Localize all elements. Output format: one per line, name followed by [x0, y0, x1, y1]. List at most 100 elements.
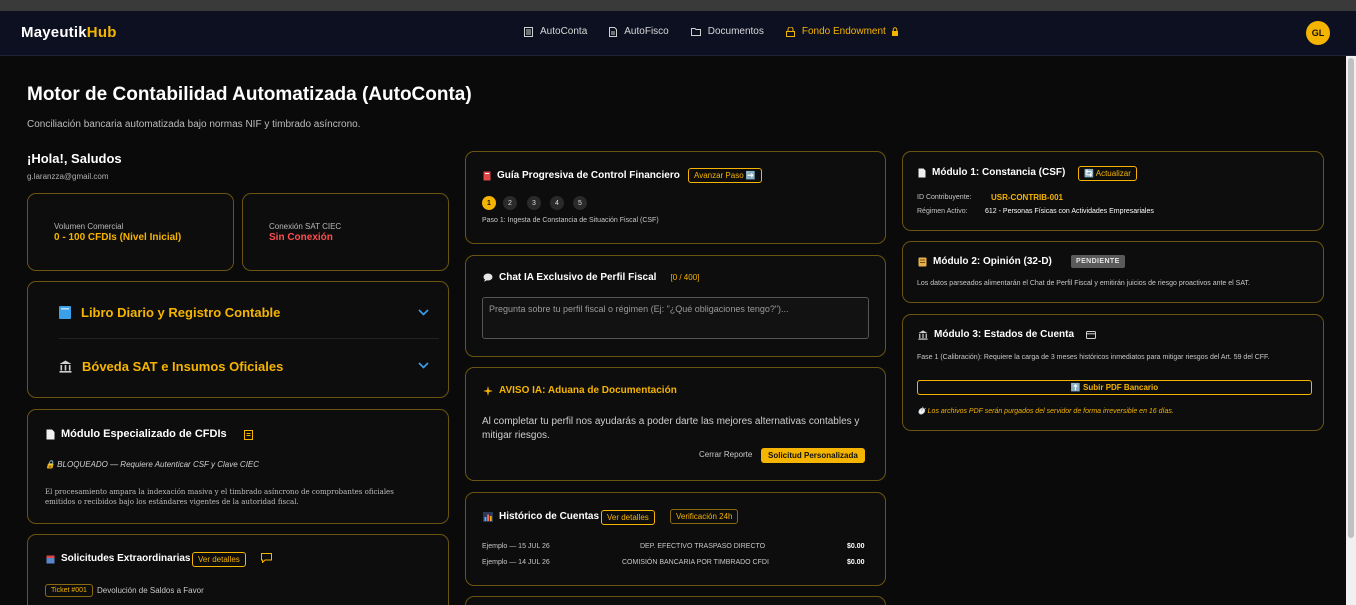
- brand-accent: Hub: [86, 24, 117, 41]
- bank-icon: [918, 329, 928, 340]
- nav-links: AutoConta AutoFisco Documentos Fondo End…: [524, 26, 921, 37]
- nav-link-label: Documentos: [707, 26, 764, 37]
- module-3-title: Módulo 3: Estados de Cuenta: [918, 329, 1102, 340]
- cfdi-module-title: Módulo Especializado de CFDIs: [46, 428, 259, 440]
- step-4[interactable]: 4: [550, 196, 564, 210]
- module-1-card: Módulo 1: Constancia (CSF) 🔄 Actualizar …: [902, 151, 1324, 231]
- top-navbar: MayeutikHub AutoConta AutoFisco Document…: [0, 11, 1356, 56]
- nav-link-autofisco[interactable]: AutoFisco: [609, 26, 669, 37]
- taxpayer-id-value: USR-CONTRIB-001: [991, 193, 1064, 202]
- user-greeting: ¡Hola!, Saludos: [27, 151, 122, 166]
- solicitudes-title-text: Solicitudes Extraordinarias: [61, 553, 191, 564]
- module-2-title: Módulo 2: Opinión (32-D): [918, 256, 1052, 267]
- document-icon: [46, 429, 55, 439]
- module-1-title-text: Módulo 1: Constancia (CSF): [932, 167, 1066, 178]
- step-description: Paso 1: Ingesta de Constancia de Situaci…: [482, 217, 659, 224]
- user-avatar[interactable]: GL: [1306, 21, 1330, 45]
- ticket-badge: Ticket #001: [45, 584, 93, 597]
- solicitudes-details-button[interactable]: Ver detalles: [192, 552, 246, 567]
- row-fecha: Ejemplo — 15 JUL 26: [482, 543, 550, 550]
- nav-link-label: Fondo Endowment: [801, 26, 886, 37]
- advance-step-button[interactable]: Avanzar Paso ➡️: [688, 168, 762, 183]
- row-concepto: DEP. EFECTIVO TRASPASO DIRECTO: [640, 543, 766, 550]
- aviso-card: AVISO IA: Aduana de Documentación Al com…: [465, 367, 886, 481]
- guia-title: Guía Progresiva de Control Financiero: [483, 170, 680, 181]
- regimen-label: Régimen Activo:: [917, 208, 968, 215]
- cfdi-locked-notice: 🔒 BLOQUEADO — Requiere Autenticar CSF y …: [45, 460, 260, 469]
- row-fecha: Ejemplo — 14 JUL 26: [482, 559, 550, 566]
- purge-notice: ⏱️ Los archivos PDF serán purgados del s…: [917, 408, 1174, 415]
- module-2-description: Los datos parseados alimentarán el Chat …: [917, 280, 1250, 287]
- historico-card: Histórico de Cuentas Ver detalles Verifi…: [465, 492, 886, 586]
- module-1-title: Módulo 1: Constancia (CSF): [918, 167, 1065, 178]
- verification-badge: Verificación 24h: [670, 509, 739, 524]
- update-button[interactable]: 🔄 Actualizar: [1078, 166, 1137, 181]
- chevron-down-icon[interactable]: [418, 309, 429, 316]
- cfdi-title-text: Módulo Especializado de CFDIs: [61, 428, 227, 440]
- nav-link-autoconta[interactable]: AutoConta: [524, 26, 587, 37]
- module-3-title-text: Módulo 3: Estados de Cuenta: [934, 329, 1075, 340]
- page-title: Motor de Contabilidad Automatizada (Auto…: [27, 84, 472, 105]
- volume-label: Volumen Comercial: [54, 222, 124, 231]
- step-1[interactable]: 1: [482, 196, 496, 210]
- historico-title-text: Histórico de Cuentas: [499, 511, 600, 522]
- guia-title-text: Guía Progresiva de Control Financiero: [497, 170, 680, 181]
- folder-icon: [690, 28, 701, 36]
- clipboard-icon: [243, 429, 253, 440]
- book-icon: [59, 306, 71, 319]
- module-2-title-text: Módulo 2: Opinión (32-D): [933, 256, 1052, 267]
- notebook-icon: [483, 171, 491, 180]
- sparkles-icon: [483, 385, 493, 396]
- accordion-title: Libro Diario y Registro Contable: [81, 305, 281, 320]
- close-report-link[interactable]: Cerrar Reporte: [699, 450, 752, 459]
- chevron-down-icon[interactable]: [418, 362, 429, 369]
- accordion-title: Bóveda SAT e Insumos Oficiales: [82, 358, 284, 374]
- nav-link-label: AutoFisco: [624, 26, 669, 37]
- browser-top-strip: [0, 0, 1356, 11]
- upload-pdf-button[interactable]: ⬆️ Subir PDF Bancario: [917, 380, 1312, 395]
- row-monto: $0.00: [847, 543, 865, 550]
- brand-logo[interactable]: MayeutikHub: [21, 24, 117, 41]
- row-monto: $0.00: [847, 559, 865, 566]
- bar-chart-icon: [483, 511, 493, 522]
- bank-icon: [59, 360, 72, 373]
- step-3[interactable]: 3: [527, 196, 541, 210]
- regimen-value: 612 - Personas Físicas con Actividades E…: [985, 208, 1154, 215]
- pending-badge: PENDIENTE: [1071, 255, 1125, 268]
- aviso-title-text: AVISO IA: Aduana de Documentación: [499, 385, 677, 396]
- cfdi-module-card: Módulo Especializado de CFDIs 🔒 BLOQUEAD…: [27, 409, 449, 524]
- credit-card-icon: [1086, 330, 1097, 339]
- personalized-request-button[interactable]: Solicitud Personalizada: [761, 448, 865, 463]
- lock-icon: [785, 26, 795, 37]
- speech-bubble-icon: [483, 273, 493, 282]
- accordion-boveda-sat[interactable]: Bóveda SAT e Insumos Oficiales: [59, 340, 439, 392]
- scrollbar-thumb[interactable]: [1348, 58, 1354, 538]
- chat-input[interactable]: Pregunta sobre tu perfil fiscal o régime…: [482, 297, 869, 339]
- nav-link-fondo-endowment[interactable]: Fondo Endowment: [785, 26, 899, 37]
- page-subtitle: Conciliación bancaria automatizada bajo …: [27, 119, 361, 130]
- chat-title: Chat IA Exclusivo de Perfil Fiscal [0 / …: [483, 272, 699, 283]
- nav-link-documentos[interactable]: Documentos: [690, 26, 764, 37]
- calendar-icon: [46, 555, 55, 563]
- ledger-icon: [524, 26, 533, 37]
- chat-bubble-icon[interactable]: [261, 553, 272, 563]
- taxpayer-id-label: ID Contribuyente:: [917, 194, 972, 201]
- sat-label: Conexión SAT CIEC: [269, 222, 342, 231]
- document-icon: [918, 168, 926, 177]
- document-icon: [609, 26, 618, 37]
- volume-value: 0 - 100 CFDIs (Nivel Inicial): [54, 232, 182, 243]
- chat-char-counter: [0 / 400]: [670, 273, 700, 282]
- cfdi-description: El procesamiento ampara la indexación ma…: [45, 488, 394, 506]
- step-2[interactable]: 2: [503, 196, 517, 210]
- historico-title: Histórico de Cuentas: [483, 511, 599, 522]
- historico-details-button[interactable]: Ver detalles: [601, 510, 655, 525]
- accordion-libro-diario[interactable]: Libro Diario y Registro Contable: [59, 287, 439, 339]
- aviso-body: Al completar tu perfil nos ayudarás a po…: [482, 416, 860, 441]
- module-3-description: Fase 1 (Calibración): Requiere la carga …: [917, 354, 1270, 361]
- sat-status: Sin Conexión: [269, 232, 333, 243]
- chat-title-text: Chat IA Exclusivo de Perfil Fiscal: [499, 272, 657, 283]
- aviso-title: AVISO IA: Aduana de Documentación: [483, 385, 677, 396]
- step-5[interactable]: 5: [573, 196, 587, 210]
- row-concepto: COMISIÓN BANCARIA POR TIMBRADO CFDI: [622, 559, 769, 566]
- solicitudes-title: Solicitudes Extraordinarias: [46, 553, 191, 564]
